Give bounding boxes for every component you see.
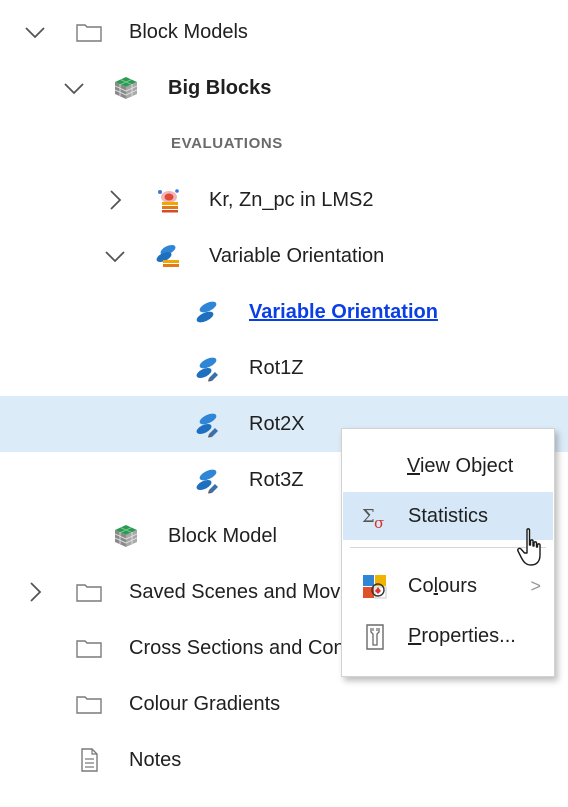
block-model-icon xyxy=(112,74,140,102)
folder-icon xyxy=(75,690,103,718)
folder-icon xyxy=(75,634,103,662)
tree-item-notes[interactable]: Notes xyxy=(0,732,568,788)
folder-icon xyxy=(75,578,103,606)
project-tree: Block Models Big Blocks EVALUATIONS Kr, … xyxy=(0,0,568,807)
tree-item-colour-gradients[interactable]: Colour Gradients xyxy=(0,676,568,732)
tree-item-variable-orientation[interactable]: Variable Orientation xyxy=(0,228,568,284)
menu-item-properties[interactable]: Properties... xyxy=(343,612,553,660)
tree-item-rot1z[interactable]: Rot1Z xyxy=(0,340,568,396)
statistics-icon: Σ σ xyxy=(361,503,389,531)
svg-text:Σ: Σ xyxy=(362,506,375,527)
menu-item-label: Colours xyxy=(408,575,477,597)
tree-item-label: Colour Gradients xyxy=(129,693,281,715)
rotation-icon xyxy=(193,354,221,382)
chevron-right-icon: > xyxy=(530,576,541,596)
tree-item-block-models[interactable]: Block Models xyxy=(0,4,568,60)
menu-item-view-object[interactable]: View Object xyxy=(343,442,553,490)
colours-icon xyxy=(361,573,389,601)
tree-item-label: Notes xyxy=(129,749,182,771)
tree-item-label: Block Model xyxy=(168,525,277,547)
tree-item-label: Saved Scenes and Movies xyxy=(129,581,366,603)
tree-item-label: Block Models xyxy=(129,21,248,43)
tree-item-kr-zn[interactable]: Kr, Zn_pc in LMS2 xyxy=(0,172,568,228)
block-model-icon xyxy=(112,522,140,550)
properties-icon xyxy=(361,623,389,651)
tree-item-label: Variable Orientation xyxy=(209,245,385,267)
menu-item-label: Statistics xyxy=(408,505,489,527)
chevron-down-icon[interactable] xyxy=(21,18,49,46)
estimator-icon xyxy=(153,186,181,214)
menu-item-label: View Object xyxy=(407,455,514,477)
chevron-right-icon[interactable] xyxy=(21,578,49,606)
menu-item-colours[interactable]: Colours > xyxy=(343,562,553,610)
tree-item-link[interactable]: Variable Orientation xyxy=(249,284,438,340)
svg-text:σ: σ xyxy=(374,514,384,531)
mouse-cursor-icon xyxy=(516,527,546,569)
tree-item-label: Kr, Zn_pc in LMS2 xyxy=(209,189,374,211)
tree-item-label: Big Blocks xyxy=(168,77,272,99)
notes-icon xyxy=(75,746,103,774)
chevron-down-icon[interactable] xyxy=(60,74,88,102)
tree-item-label: Rot2X xyxy=(249,413,305,435)
rotation-icon xyxy=(193,466,221,494)
variable-orientation-icon xyxy=(193,298,221,326)
tree-item-label: Rot3Z xyxy=(249,469,304,491)
section-header-evaluations: EVALUATIONS xyxy=(0,116,568,172)
section-header-label: EVALUATIONS xyxy=(171,135,283,152)
chevron-down-icon[interactable] xyxy=(101,242,129,270)
variable-orientation-icon xyxy=(153,242,181,270)
rotation-icon xyxy=(193,410,221,438)
menu-item-label: Properties... xyxy=(408,625,516,647)
tree-item-label: Rot1Z xyxy=(249,357,304,379)
tree-item-big-blocks[interactable]: Big Blocks xyxy=(0,60,568,116)
chevron-right-icon[interactable] xyxy=(101,186,129,214)
tree-item-vo-child[interactable]: Variable Orientation xyxy=(0,284,568,340)
folder-icon xyxy=(75,18,103,46)
